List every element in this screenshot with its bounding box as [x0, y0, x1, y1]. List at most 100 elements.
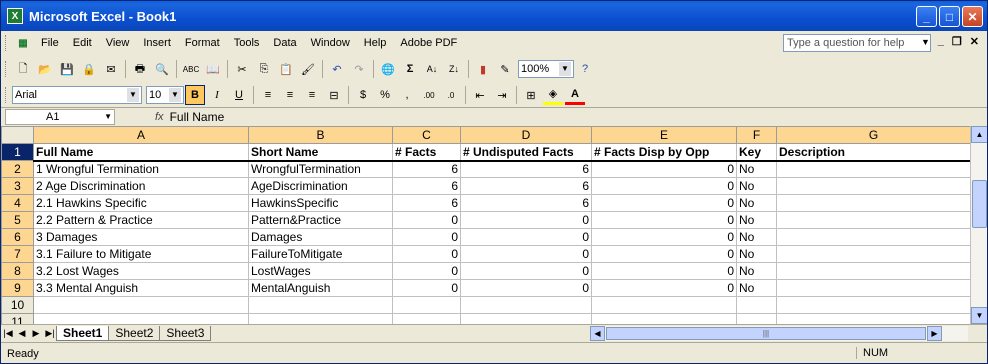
- cell[interactable]: 6: [460, 194, 592, 212]
- research-icon[interactable]: 📖: [203, 59, 223, 79]
- doc-minimize-button[interactable]: _: [938, 35, 944, 48]
- cell[interactable]: 6: [460, 177, 592, 195]
- next-sheet-icon[interactable]: ▶: [29, 328, 43, 339]
- cell[interactable]: 2.2 Pattern & Practice: [33, 211, 249, 229]
- email-icon[interactable]: ✉: [101, 59, 121, 79]
- redo-icon[interactable]: ↷: [349, 59, 369, 79]
- align-right-icon[interactable]: ≡: [302, 85, 322, 105]
- menu-data[interactable]: Data: [266, 33, 303, 53]
- new-icon[interactable]: 🗋: [13, 59, 33, 79]
- sort-ascending-icon[interactable]: A↓: [422, 59, 442, 79]
- drawing-icon[interactable]: ✎: [495, 59, 515, 79]
- cell[interactable]: 6: [392, 194, 461, 212]
- cell[interactable]: 0: [392, 279, 461, 297]
- cell[interactable]: [776, 313, 971, 324]
- toolbar-grip[interactable]: [5, 35, 8, 51]
- cell[interactable]: # Facts: [392, 143, 461, 162]
- currency-icon[interactable]: $: [353, 85, 373, 105]
- cell[interactable]: [392, 313, 461, 324]
- row-header[interactable]: 11: [1, 313, 34, 324]
- comma-style-icon[interactable]: ,: [397, 85, 417, 105]
- undo-icon[interactable]: ↶: [327, 59, 347, 79]
- cell[interactable]: 0: [591, 194, 737, 212]
- cell[interactable]: No: [736, 245, 777, 263]
- borders-icon[interactable]: ⊞: [521, 85, 541, 105]
- scroll-down-icon[interactable]: ▼: [971, 307, 987, 324]
- name-box[interactable]: A1 ▼: [5, 108, 115, 125]
- cut-icon[interactable]: ✂: [232, 59, 252, 79]
- excel-app-icon[interactable]: X: [7, 8, 23, 24]
- row-header[interactable]: 10: [1, 296, 34, 314]
- doc-close-button[interactable]: ✕: [970, 35, 979, 48]
- row-header[interactable]: 2: [1, 160, 34, 178]
- chevron-down-icon[interactable]: ▼: [559, 62, 571, 76]
- cell[interactable]: No: [736, 211, 777, 229]
- minimize-button[interactable]: _: [916, 6, 937, 27]
- cell[interactable]: HawkinsSpecific: [248, 194, 393, 212]
- column-header-g[interactable]: G: [776, 126, 971, 144]
- cell[interactable]: Key: [736, 143, 777, 162]
- zoom-select[interactable]: 100% ▼: [518, 60, 574, 78]
- paste-icon[interactable]: 📋: [276, 59, 296, 79]
- increase-indent-icon[interactable]: ⇥: [492, 85, 512, 105]
- maximize-button[interactable]: □: [939, 6, 960, 27]
- cell[interactable]: 0: [392, 228, 461, 246]
- save-icon[interactable]: 💾: [57, 59, 77, 79]
- cell[interactable]: [392, 296, 461, 314]
- prev-sheet-icon[interactable]: ◀: [15, 328, 29, 339]
- cell[interactable]: 3 Damages: [33, 228, 249, 246]
- tab-sheet2[interactable]: Sheet2: [108, 325, 161, 341]
- cell[interactable]: Description: [776, 143, 971, 162]
- cell[interactable]: 6: [392, 177, 461, 195]
- cell[interactable]: [33, 313, 249, 324]
- cell[interactable]: 0: [392, 262, 461, 280]
- cell[interactable]: FailureToMitigate: [248, 245, 393, 263]
- chart-wizard-icon[interactable]: ▮: [473, 59, 493, 79]
- cell[interactable]: 0: [591, 279, 737, 297]
- cell[interactable]: 0: [460, 279, 592, 297]
- cell[interactable]: 0: [392, 211, 461, 229]
- last-sheet-icon[interactable]: ▶|: [43, 328, 57, 339]
- cell[interactable]: MentalAnguish: [248, 279, 393, 297]
- increase-decimal-icon[interactable]: .00: [419, 85, 439, 105]
- scroll-thumb[interactable]: [972, 180, 987, 228]
- cell[interactable]: [736, 313, 777, 324]
- toolbar-grip[interactable]: [5, 87, 8, 103]
- cell[interactable]: 0: [392, 245, 461, 263]
- cell[interactable]: 0: [460, 228, 592, 246]
- cell[interactable]: 0: [460, 211, 592, 229]
- print-preview-icon[interactable]: 🔍: [152, 59, 172, 79]
- scroll-thumb[interactable]: |||: [606, 327, 926, 340]
- hyperlink-icon[interactable]: 🌐: [378, 59, 398, 79]
- row-header[interactable]: 5: [1, 211, 34, 229]
- cell[interactable]: No: [736, 194, 777, 212]
- vertical-scrollbar[interactable]: ▲ ▼: [970, 126, 987, 324]
- row-header[interactable]: 4: [1, 194, 34, 212]
- open-icon[interactable]: 📂: [35, 59, 55, 79]
- menu-view[interactable]: View: [99, 33, 137, 53]
- row-header[interactable]: 1: [1, 143, 34, 161]
- italic-button[interactable]: I: [207, 85, 227, 105]
- cell[interactable]: No: [736, 177, 777, 195]
- select-all-corner[interactable]: [1, 126, 34, 144]
- menu-window[interactable]: Window: [304, 33, 357, 53]
- format-painter-icon[interactable]: 🖌: [298, 59, 318, 79]
- cell[interactable]: 0: [460, 245, 592, 263]
- cell[interactable]: 6: [460, 160, 592, 178]
- cell[interactable]: [248, 313, 393, 324]
- cell[interactable]: Pattern&Practice: [248, 211, 393, 229]
- cell[interactable]: [776, 194, 971, 212]
- cell[interactable]: Damages: [248, 228, 393, 246]
- doc-restore-button[interactable]: ❐: [952, 35, 962, 48]
- autosum-icon[interactable]: Σ: [400, 59, 420, 79]
- insert-function-icon[interactable]: fx: [155, 111, 164, 123]
- cell[interactable]: 2 Age Discrimination: [33, 177, 249, 195]
- merge-center-icon[interactable]: ⊟: [324, 85, 344, 105]
- align-left-icon[interactable]: ≡: [258, 85, 278, 105]
- row-header[interactable]: 8: [1, 262, 34, 280]
- decrease-decimal-icon[interactable]: .0: [441, 85, 461, 105]
- cell[interactable]: No: [736, 228, 777, 246]
- first-sheet-icon[interactable]: |◀: [1, 328, 15, 339]
- cell[interactable]: [460, 296, 592, 314]
- cell[interactable]: 2.1 Hawkins Specific: [33, 194, 249, 212]
